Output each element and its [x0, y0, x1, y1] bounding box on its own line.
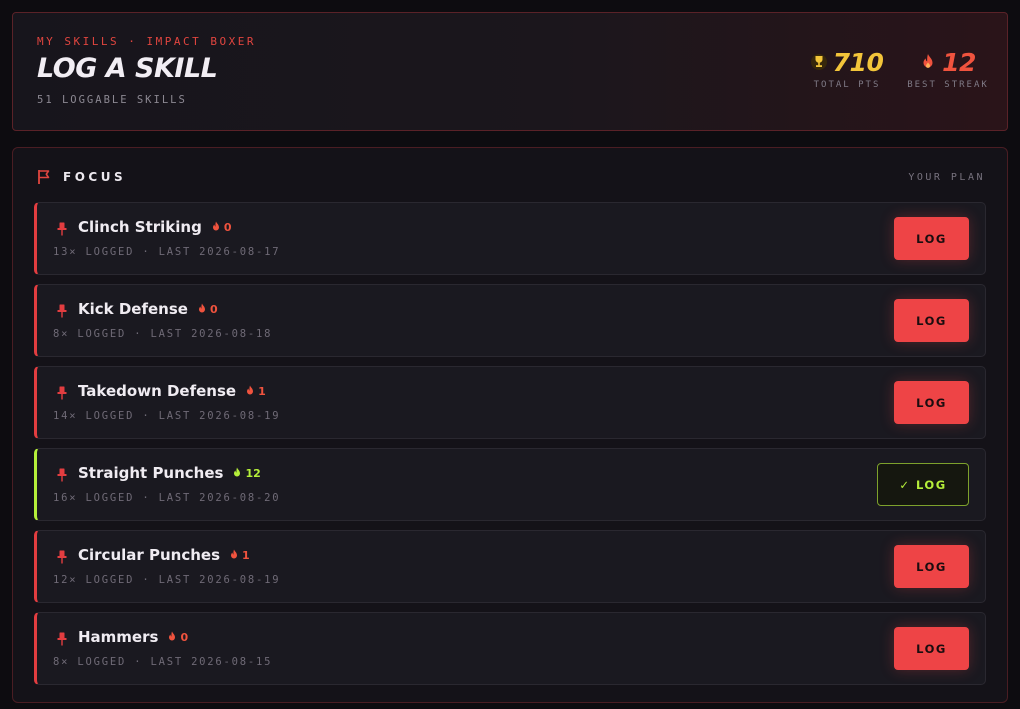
best-streak-label: BEST STREAK: [907, 80, 989, 90]
streak-count: 1: [242, 548, 250, 562]
log-button[interactable]: LOG: [894, 545, 969, 588]
focus-label: FOCUS: [63, 170, 127, 184]
streak-count: 12: [245, 466, 261, 480]
focus-panel: FOCUS YOUR PLAN Clinch Striking 0 13× LOGG…: [12, 147, 1008, 703]
skill-name-line: Clinch Striking 0: [78, 218, 231, 236]
skill-meta: 12× LOGGED · LAST 2026-08-19: [53, 574, 281, 586]
trophy-icon: [810, 54, 827, 70]
skill-streak: 1: [229, 549, 250, 562]
best-streak-value: 12: [942, 47, 976, 77]
skill-row: Straight Punches 12 16× LOGGED · LAST 2026…: [34, 448, 986, 521]
skill-name: Takedown Defense: [78, 382, 237, 400]
pin-icon: [57, 222, 67, 236]
skill-row: Circular Punches 1 12× LOGGED · LAST 2026-…: [34, 530, 986, 603]
flame-icon: [247, 385, 254, 395]
focus-heading: FOCUS: [37, 169, 126, 185]
total-points-value: 710: [832, 47, 884, 77]
skill-name-line: Straight Punches 12: [78, 464, 261, 482]
skill-name: Kick Defense: [78, 300, 188, 318]
pin-icon: [57, 468, 67, 482]
log-button[interactable]: LOG: [894, 299, 969, 342]
skill-name: Hammers: [78, 628, 159, 646]
skill-streak: 0: [197, 303, 218, 316]
total-points-stat: 710 TOTAL PTS: [801, 47, 893, 90]
log-button[interactable]: ✓ LOG: [877, 463, 969, 506]
flame-icon: [231, 549, 238, 559]
flame-icon: [169, 631, 176, 641]
skill-name-line: Hammers 0: [78, 628, 188, 646]
skill-name: Straight Punches: [78, 464, 224, 482]
skills-header: MY SKILLS · IMPACT BOXER LOG A SKILL 51 …: [12, 12, 1008, 131]
streak-count: 0: [209, 302, 218, 316]
breadcrumb: MY SKILLS · IMPACT BOXER: [37, 35, 256, 48]
flame-icon: [212, 221, 219, 231]
focus-list: Clinch Striking 0 13× LOGGED · LAST 2026-0…: [34, 202, 986, 694]
skill-meta: 14× LOGGED · LAST 2026-08-19: [53, 410, 281, 422]
log-button[interactable]: LOG: [894, 381, 969, 424]
pin-icon: [57, 386, 67, 400]
skill-row: Takedown Defense 1 14× LOGGED · LAST 2026-…: [34, 366, 986, 439]
skill-meta: 13× LOGGED · LAST 2026-08-17: [53, 246, 281, 258]
page-title: LOG A SKILL: [37, 53, 218, 84]
your-plan-label: YOUR PLAN: [908, 172, 985, 183]
skill-meta: 8× LOGGED · LAST 2026-08-15: [53, 656, 273, 668]
skill-streak: 0: [167, 631, 188, 644]
best-streak-stat: 12 BEST STREAK: [893, 47, 1003, 91]
streak-count: 0: [180, 630, 189, 644]
flame-icon: [923, 54, 933, 68]
skill-meta: 8× LOGGED · LAST 2026-08-18: [53, 328, 273, 340]
skill-streak: 0: [211, 220, 232, 234]
skill-row: Clinch Striking 0 13× LOGGED · LAST 2026-0…: [34, 202, 986, 275]
skill-count: 51 LOGGABLE SKILLS: [37, 94, 187, 106]
skill-row: Hammers 0 8× LOGGED · LAST 2026-08-15 LOG: [34, 612, 986, 685]
pin-icon: [57, 304, 67, 318]
skill-streak: 1: [245, 385, 266, 398]
skill-name-line: Circular Punches 1: [78, 546, 250, 564]
streak-count: 0: [223, 220, 232, 234]
skill-name-line: Kick Defense 0: [78, 300, 218, 318]
pin-icon: [57, 550, 67, 564]
total-points-label: TOTAL PTS: [813, 80, 881, 90]
skill-name: Circular Punches: [78, 546, 221, 564]
flame-icon: [234, 467, 241, 477]
skill-name-line: Takedown Defense 1: [78, 382, 266, 400]
flag-icon: [38, 170, 50, 184]
skill-row: Kick Defense 0 8× LOGGED · LAST 2026-08-18…: [34, 284, 986, 357]
skill-name: Clinch Striking: [78, 218, 202, 236]
log-button[interactable]: LOG: [894, 627, 969, 670]
pin-icon: [57, 632, 67, 646]
streak-count: 1: [258, 384, 266, 398]
flame-icon: [198, 303, 205, 313]
skill-meta: 16× LOGGED · LAST 2026-08-20: [53, 492, 281, 504]
skill-streak: 12: [232, 466, 261, 480]
log-button[interactable]: LOG: [894, 217, 969, 260]
